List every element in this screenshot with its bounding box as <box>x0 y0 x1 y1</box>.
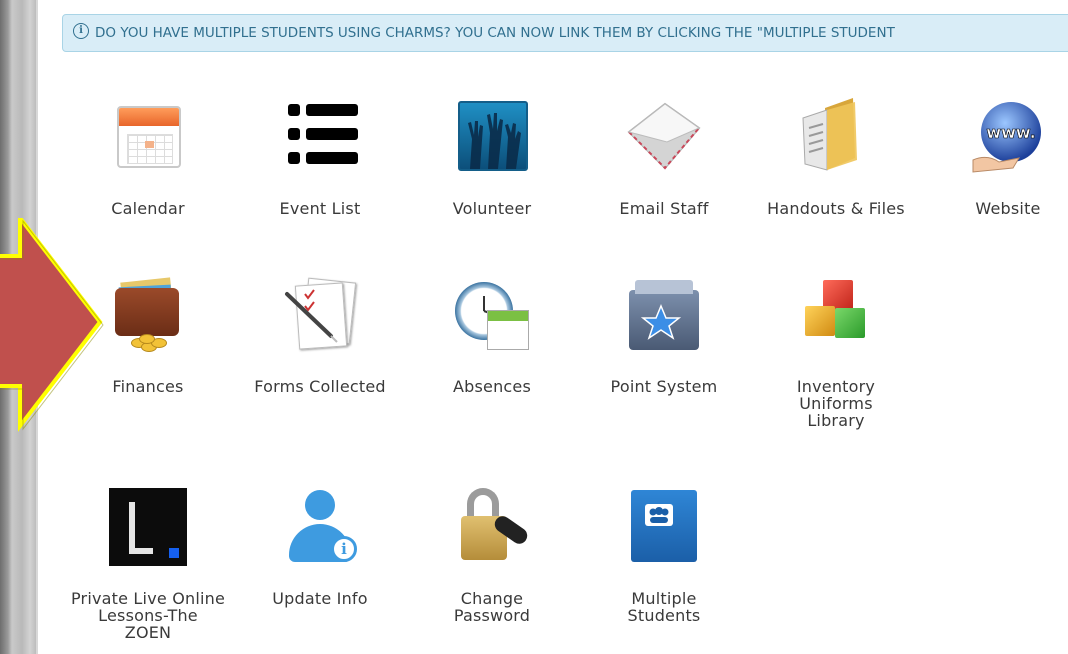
tile-absences[interactable]: Absences <box>406 276 578 395</box>
tile-label: Inventory Uniforms Library <box>796 377 876 430</box>
red-pointer-arrow <box>0 218 104 432</box>
tile-multiple-students[interactable]: Multiple Students <box>578 488 750 624</box>
tile-private-lessons[interactable]: Private Live Online Lessons-The ZOEN <box>62 488 234 641</box>
tile-label: Event List <box>279 199 361 218</box>
padlock-key-icon <box>453 488 531 566</box>
tile-label: Volunteer <box>452 199 532 218</box>
tile-calendar[interactable]: Calendar <box>62 98 234 217</box>
tile-label: Handouts & Files <box>767 199 905 218</box>
info-icon: i <box>73 23 89 39</box>
zoen-logo-icon <box>109 488 187 566</box>
globe-icon: www. <box>969 98 1047 176</box>
tile-change-password[interactable]: Change Password <box>406 488 578 624</box>
tile-label: Private Live Online Lessons-The ZOEN <box>70 589 226 642</box>
tile-label: Point System <box>610 377 718 396</box>
signed-forms-icon <box>281 276 359 354</box>
globe-www-text: www. <box>986 123 1035 142</box>
tile-label: Multiple Students <box>627 589 701 625</box>
star-folder-icon <box>625 276 703 354</box>
multiple-students-notice: i DO YOU HAVE MULTIPLE STUDENTS USING CHA… <box>62 14 1068 52</box>
tile-email-staff[interactable]: Email Staff <box>578 98 750 217</box>
tile-label: Absences <box>453 377 531 396</box>
folder-files-icon <box>797 98 875 176</box>
wallet-icon <box>109 276 187 354</box>
user-info-icon: i <box>281 488 359 566</box>
tile-label: Calendar <box>111 199 185 218</box>
tile-handouts-files[interactable]: Handouts & Files <box>750 98 922 217</box>
tile-label: Website <box>975 199 1041 218</box>
notice-text: DO YOU HAVE MULTIPLE STUDENTS USING CHAR… <box>95 25 895 41</box>
tile-forms-collected[interactable]: Forms Collected <box>234 276 406 395</box>
calendar-icon <box>109 98 187 176</box>
clock-calendar-icon <box>453 276 531 354</box>
tile-inventory[interactable]: Inventory Uniforms Library <box>750 276 922 429</box>
tile-update-info[interactable]: i Update Info <box>234 488 406 607</box>
envelope-icon <box>625 98 703 176</box>
list-icon <box>281 98 359 176</box>
tile-point-system[interactable]: Point System <box>578 276 750 395</box>
tile-website[interactable]: www. Website <box>922 98 1068 217</box>
tile-event-list[interactable]: Event List <box>234 98 406 217</box>
tile-label: Forms Collected <box>254 377 386 396</box>
tile-volunteer[interactable]: Volunteer <box>406 98 578 217</box>
main-panel: i DO YOU HAVE MULTIPLE STUDENTS USING CHA… <box>36 0 1068 654</box>
tile-label: Change Password <box>453 589 531 625</box>
tile-label: Update Info <box>272 589 368 608</box>
cubes-icon <box>797 276 875 354</box>
students-book-icon <box>625 488 703 566</box>
tile-label: Email Staff <box>619 199 709 218</box>
raised-hands-icon <box>453 98 531 176</box>
